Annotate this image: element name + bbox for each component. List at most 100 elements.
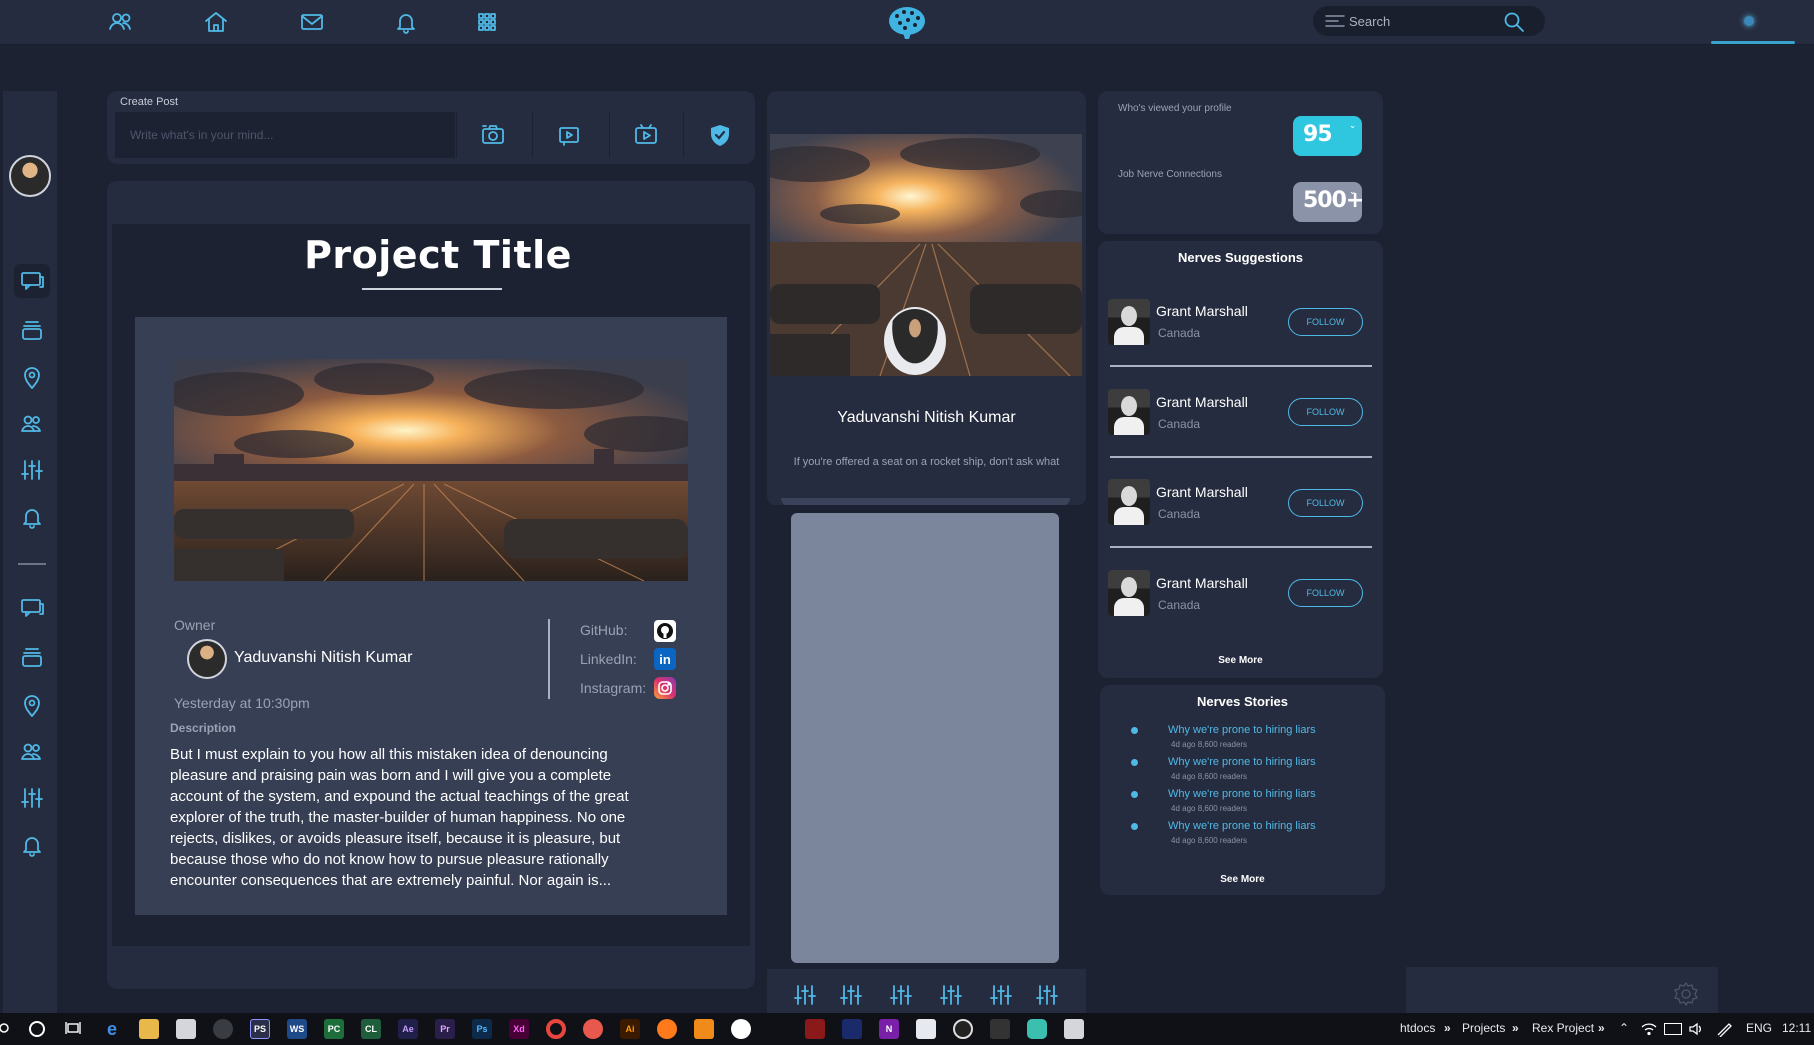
instagram-icon[interactable] <box>654 677 676 699</box>
search-icon[interactable] <box>1503 11 1525 33</box>
layers-icon[interactable] <box>18 643 46 671</box>
story-link[interactable]: Why we're prone to hiring liars <box>1168 756 1316 768</box>
feed-card-placeholder[interactable] <box>791 513 1059 963</box>
suggestion-name[interactable]: Grant Marshall <box>1156 484 1248 500</box>
follow-button[interactable]: FOLLOW <box>1288 489 1363 517</box>
store-icon[interactable] <box>176 1019 196 1039</box>
connections-badge[interactable]: 500+ ⌄ <box>1293 182 1364 222</box>
taskbar-app-icon[interactable]: Ps <box>472 1019 492 1039</box>
github-icon[interactable] <box>654 620 676 642</box>
search-icon[interactable] <box>0 1022 12 1036</box>
file-explorer-icon[interactable] <box>139 1019 159 1039</box>
taskbar-app-icon[interactable] <box>990 1019 1010 1039</box>
mail-app-icon[interactable] <box>916 1019 936 1039</box>
taskbar-app-icon[interactable] <box>953 1019 973 1039</box>
suggestion-name[interactable]: Grant Marshall <box>1156 575 1248 591</box>
taskbar-app-icon[interactable] <box>805 1019 825 1039</box>
camera-button[interactable] <box>456 112 528 158</box>
owner-name[interactable]: Yaduvanshi Nitish Kumar <box>234 649 412 667</box>
chat-icon[interactable] <box>18 267 46 295</box>
people-icon[interactable] <box>18 410 46 438</box>
location-pin-icon[interactable] <box>18 692 46 720</box>
filter-sliders-icon[interactable] <box>18 784 46 812</box>
taskbar-app-icon[interactable] <box>1027 1019 1047 1039</box>
chat-icon[interactable] <box>18 594 46 622</box>
suggestion-avatar[interactable] <box>1108 299 1150 345</box>
gear-icon[interactable] <box>1673 981 1699 1007</box>
wifi-icon[interactable] <box>1641 1022 1657 1036</box>
story-link[interactable]: Why we're prone to hiring liars <box>1168 724 1316 736</box>
story-link[interactable]: Why we're prone to hiring liars <box>1168 788 1316 800</box>
taskbar-app-icon[interactable]: Ai <box>620 1019 640 1039</box>
volume-icon[interactable] <box>1688 1022 1704 1036</box>
suggestion-name[interactable]: Grant Marshall <box>1156 394 1248 410</box>
post-input[interactable] <box>115 112 455 158</box>
filter-sliders-icon[interactable] <box>889 984 913 1006</box>
search-input[interactable] <box>1349 10 1499 32</box>
profile-avatar[interactable] <box>884 307 946 375</box>
filter-sliders-icon[interactable] <box>839 984 863 1006</box>
taskbar-app-icon[interactable]: PC <box>324 1019 344 1039</box>
obs-icon[interactable] <box>213 1019 233 1039</box>
suggestion-avatar[interactable] <box>1108 570 1150 616</box>
taskbar-app-icon[interactable]: Ae <box>398 1019 418 1039</box>
owner-avatar[interactable] <box>187 639 227 679</box>
follow-button[interactable]: FOLLOW <box>1288 308 1363 336</box>
taskbar-app-icon[interactable] <box>731 1019 751 1039</box>
taskbar-app-icon[interactable]: Xd <box>509 1019 529 1039</box>
bell-icon[interactable] <box>18 831 46 859</box>
project-image[interactable] <box>174 359 688 581</box>
people-icon[interactable] <box>18 738 46 766</box>
grid-icon[interactable] <box>473 8 501 36</box>
people-icon[interactable] <box>107 8 135 36</box>
user-avatar[interactable] <box>9 155 51 197</box>
brain-logo-icon[interactable] <box>885 3 929 41</box>
cortana-icon[interactable] <box>29 1021 45 1037</box>
bell-icon[interactable] <box>18 503 46 531</box>
suggestion-avatar[interactable] <box>1108 389 1150 435</box>
location-pin-icon[interactable] <box>18 364 46 392</box>
filter-sliders-icon[interactable] <box>989 984 1013 1006</box>
clock[interactable]: 12:11 <box>1782 1021 1811 1035</box>
follow-button[interactable]: FOLLOW <box>1288 579 1363 607</box>
filter-sliders-icon[interactable] <box>939 984 963 1006</box>
linkedin-icon[interactable]: in <box>654 648 676 670</box>
firefox-icon[interactable] <box>657 1019 677 1039</box>
toolbar-breadcrumb-rex-project[interactable]: Rex Project <box>1532 1021 1594 1035</box>
stories-see-more[interactable]: See More <box>1100 874 1385 885</box>
taskbar-app-icon[interactable]: WS <box>287 1019 307 1039</box>
toolbar-breadcrumb-htdocs[interactable]: htdocs <box>1400 1021 1435 1035</box>
video-button[interactable] <box>532 112 604 158</box>
filter-sliders-icon[interactable] <box>1035 984 1059 1006</box>
media-button[interactable] <box>609 112 681 158</box>
profile-views-badge[interactable]: 95 ⌄ <box>1293 116 1362 156</box>
home-icon[interactable] <box>202 8 230 36</box>
chat-box[interactable] <box>1406 967 1718 1016</box>
taskbar-app-icon[interactable] <box>1064 1019 1084 1039</box>
edge-icon[interactable]: e <box>102 1019 122 1039</box>
chrome-icon[interactable] <box>546 1019 566 1039</box>
taskbar-app-icon[interactable]: N <box>879 1019 899 1039</box>
battery-icon[interactable] <box>1664 1023 1682 1035</box>
language-indicator[interactable]: ENG <box>1746 1021 1772 1035</box>
story-link[interactable]: Why we're prone to hiring liars <box>1168 820 1316 832</box>
taskbar-app-icon[interactable] <box>842 1019 862 1039</box>
menu-lines-icon[interactable] <box>1325 14 1345 28</box>
follow-button[interactable]: FOLLOW <box>1288 398 1363 426</box>
task-view-icon[interactable] <box>65 1021 83 1037</box>
toolbar-breadcrumb-projects[interactable]: Projects <box>1462 1021 1505 1035</box>
mail-icon[interactable] <box>298 8 326 36</box>
status-dot[interactable] <box>1744 16 1754 26</box>
taskbar-app-icon[interactable]: Pr <box>435 1019 455 1039</box>
taskbar-app-icon[interactable] <box>583 1019 603 1039</box>
bell-icon[interactable] <box>392 8 420 36</box>
pen-icon[interactable] <box>1715 1021 1733 1037</box>
layers-icon[interactable] <box>18 316 46 344</box>
chevron-up-icon[interactable]: ⌃ <box>1619 1021 1629 1035</box>
profile-name[interactable]: Yaduvanshi Nitish Kumar <box>767 409 1086 427</box>
taskbar-app-icon[interactable]: CL <box>361 1019 381 1039</box>
taskbar-app-icon[interactable] <box>694 1019 714 1039</box>
filter-sliders-icon[interactable] <box>18 456 46 484</box>
suggestions-see-more[interactable]: See More <box>1098 655 1383 666</box>
privacy-button[interactable] <box>683 112 755 158</box>
